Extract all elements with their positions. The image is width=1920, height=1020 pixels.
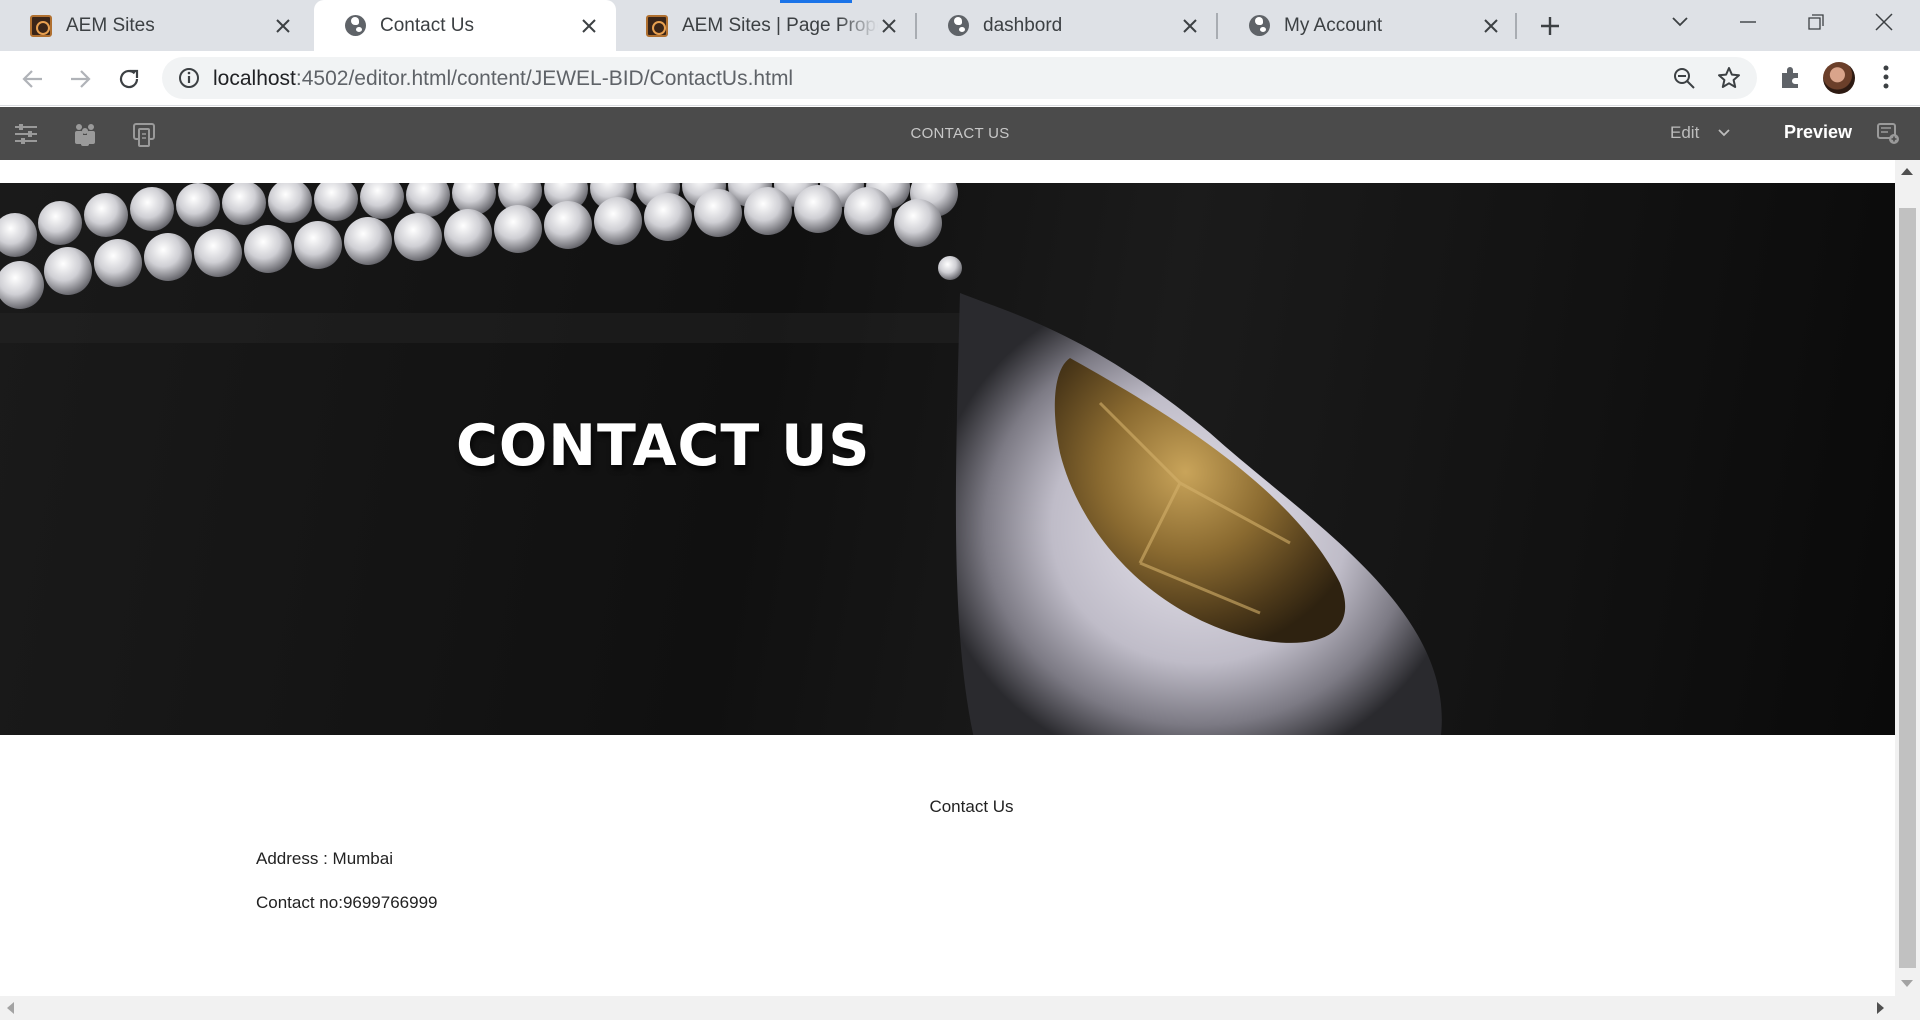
- close-window-button[interactable]: [1854, 0, 1914, 44]
- tab-strip: AEM Sites Contact Us AEM Sites | Page Pr…: [0, 0, 1920, 51]
- url-path: :4502/editor.html/content/JEWEL-BID/Cont…: [295, 67, 794, 90]
- scroll-right-arrow[interactable]: [1877, 1002, 1884, 1014]
- close-tab-icon[interactable]: [272, 15, 294, 37]
- editor-page-title: CONTACT US: [910, 125, 1010, 142]
- close-tab-icon[interactable]: [1179, 15, 1201, 37]
- contact-number-text: Contact no:9699766999: [256, 893, 438, 912]
- necklace-image: [0, 183, 1442, 735]
- scrollbar-thumb[interactable]: [1899, 208, 1916, 968]
- hero-title: CONTACT US: [456, 413, 871, 479]
- address-bar[interactable]: localhost:4502/editor.html/content/JEWEL…: [162, 57, 1757, 99]
- close-tab-icon[interactable]: [1480, 15, 1502, 37]
- tab-page-properties[interactable]: AEM Sites | Page Properties: [616, 0, 916, 51]
- tab-title: My Account: [1284, 14, 1383, 36]
- globe-icon: [1248, 15, 1270, 37]
- tab-search-button[interactable]: [1650, 0, 1710, 44]
- profile-avatar[interactable]: [1823, 62, 1855, 94]
- plus-icon: [1541, 17, 1559, 35]
- arrow-right-icon: [71, 70, 91, 88]
- tab-dashbord[interactable]: dashbord: [917, 0, 1217, 51]
- hero-banner: CONTACT US: [0, 183, 1895, 735]
- tab-aem-sites[interactable]: AEM Sites: [0, 0, 310, 51]
- forward-button[interactable]: [65, 64, 95, 94]
- close-tab-icon[interactable]: [878, 15, 900, 37]
- aem-sites-icon: [30, 14, 52, 37]
- address-text: Address : Mumbai: [256, 849, 393, 868]
- scroll-down-arrow[interactable]: [1901, 980, 1913, 987]
- site-info-icon[interactable]: [178, 67, 200, 89]
- preview-button[interactable]: Preview: [1784, 122, 1852, 143]
- restore-button[interactable]: [1786, 0, 1846, 44]
- page-canvas: CONTACT US Contact Us Address : Mumbai C…: [0, 160, 1895, 996]
- scroll-left-arrow[interactable]: [7, 1002, 14, 1014]
- mode-selector-label[interactable]: Edit: [1670, 123, 1699, 143]
- extensions-icon[interactable]: [1778, 64, 1804, 90]
- zoom-out-icon[interactable]: [1673, 67, 1695, 89]
- aem-editor-toolbar: CONTACT US Edit Preview: [0, 107, 1920, 160]
- page-info-icon[interactable]: [131, 121, 157, 147]
- minimize-icon: [1740, 21, 1756, 23]
- aem-sites-icon: [646, 14, 668, 37]
- chevron-down-icon[interactable]: [1717, 126, 1731, 140]
- reload-button[interactable]: [114, 64, 144, 94]
- tab-title: dashbord: [983, 14, 1063, 36]
- globe-icon: [344, 15, 366, 37]
- close-tab-icon[interactable]: [578, 15, 600, 37]
- tab-title: AEM Sites: [66, 14, 155, 36]
- url-host: localhost: [213, 67, 296, 90]
- back-button[interactable]: [18, 64, 48, 94]
- more-vert-icon[interactable]: [1876, 64, 1896, 90]
- vertical-scrollbar[interactable]: [1895, 160, 1920, 996]
- scroll-up-arrow[interactable]: [1901, 168, 1913, 175]
- url-text[interactable]: localhost:4502/editor.html/content/JEWEL…: [213, 67, 793, 91]
- section-heading: Contact Us: [929, 797, 1014, 816]
- tab-contact-us[interactable]: Contact Us: [314, 0, 616, 51]
- emulator-icon[interactable]: [72, 121, 98, 147]
- horizontal-scrollbar[interactable]: [0, 996, 1920, 1020]
- reload-icon: [119, 69, 139, 89]
- tab-title: AEM Sites | Page Properties: [682, 14, 878, 36]
- tab-title: Contact Us: [380, 14, 474, 36]
- side-panel-icon[interactable]: [13, 121, 39, 147]
- browser-toolbar: localhost:4502/editor.html/content/JEWEL…: [0, 51, 1920, 106]
- minimize-button[interactable]: [1718, 0, 1778, 44]
- bookmark-star-icon[interactable]: [1717, 66, 1741, 90]
- arrow-left-icon: [22, 70, 42, 88]
- restore-icon: [1808, 14, 1824, 30]
- tab-separator: [1515, 13, 1517, 39]
- chevron-down-icon: [1672, 17, 1688, 27]
- new-tab-button[interactable]: [1535, 11, 1565, 41]
- globe-icon: [947, 15, 969, 37]
- annotations-icon[interactable]: [1876, 121, 1900, 145]
- close-icon: [1875, 13, 1893, 31]
- tab-my-account[interactable]: My Account: [1218, 0, 1518, 51]
